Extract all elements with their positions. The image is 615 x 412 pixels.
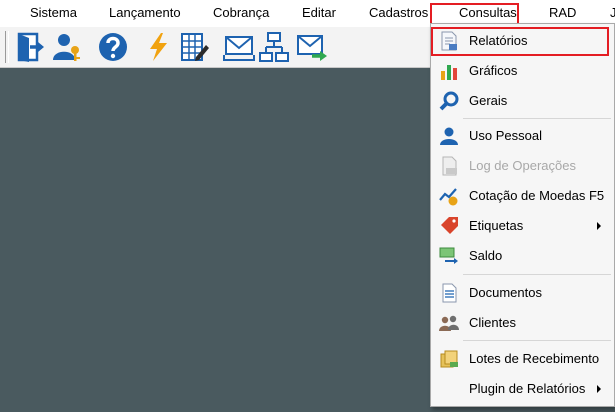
menu-item-label: Cotação de Moedas F5 (469, 188, 605, 203)
envelope-tray-icon (223, 36, 255, 61)
menu-truncated[interactable]: J (610, 5, 615, 21)
menu-item-label: Log de Operações (469, 158, 576, 173)
menu-rad[interactable]: RAD (549, 5, 576, 21)
help-icon (99, 33, 127, 61)
menu-item-label: Uso Pessoal (469, 128, 542, 143)
menu-item-label: Documentos (469, 285, 542, 300)
menu-item-label: Gráficos (469, 63, 518, 78)
menu-separator (463, 118, 611, 119)
toolbar-grip[interactable] (5, 31, 9, 63)
submenu-arrow-icon (597, 222, 601, 230)
menu-item-saldo[interactable]: Saldo (431, 241, 614, 271)
money-transfer-icon (439, 246, 459, 266)
ledger-edit-icon (181, 33, 209, 61)
envelope-send-button[interactable] (294, 29, 330, 65)
label-tag-icon (439, 216, 459, 236)
menu-item-gerais[interactable]: Gerais (431, 86, 614, 116)
help-button[interactable] (95, 29, 131, 65)
menu-item-documentos[interactable]: Documentos (431, 278, 614, 308)
menu-item-etiquetas[interactable]: Etiquetas (431, 211, 614, 241)
submenu-arrow-icon (597, 385, 601, 393)
menu-item-label: Gerais (469, 93, 508, 108)
menu-item-label: Plugin de Relatórios (469, 381, 586, 396)
relatorios-highlight-box (431, 27, 609, 56)
logout-button[interactable] (13, 29, 49, 65)
menu-item-lotes-de-recebimento[interactable]: Lotes de Recebimento (431, 344, 614, 374)
user-key-button[interactable] (49, 29, 85, 65)
menu-lancamento[interactable]: Lançamento (109, 5, 181, 21)
bar-chart-icon (439, 61, 459, 81)
envelope-tray-button[interactable] (221, 29, 257, 65)
menu-item-label: Saldo (469, 248, 503, 263)
menu-item-label: Etiquetas (469, 218, 524, 233)
menu-item-log-de-operacoes: Log de Operações (431, 151, 614, 181)
log-document-icon (439, 156, 459, 176)
menu-item-uso-pessoal[interactable]: Uso Pessoal (431, 121, 614, 151)
magnifier-icon (439, 91, 459, 111)
receipt-batch-icon (439, 349, 459, 369)
consultas-highlight-box (430, 3, 519, 25)
lightning-icon (150, 33, 167, 61)
org-chart-button[interactable] (256, 29, 292, 65)
envelope-send-icon (297, 35, 327, 61)
menu-cadastros[interactable]: Cadastros (369, 5, 428, 21)
consultas-dropdown-menu: Relatórios Gráficos Gerais Uso Pessoal L… (430, 23, 615, 407)
menu-item-clientes[interactable]: Clientes (431, 308, 614, 338)
menu-separator (463, 274, 611, 275)
logout-icon (17, 32, 44, 62)
menu-editar[interactable]: Editar (302, 5, 336, 21)
menu-item-cotacao-de-moedas[interactable]: Cotação de Moedas F5 (431, 181, 614, 211)
menu-separator (463, 340, 611, 341)
menu-cobranca[interactable]: Cobrança (213, 5, 269, 21)
menu-item-label: Clientes (469, 315, 516, 330)
ledger-edit-button[interactable] (176, 29, 212, 65)
currency-chart-icon (439, 186, 459, 206)
user-key-icon (53, 34, 80, 61)
document-icon (439, 283, 459, 303)
menu-item-graficos[interactable]: Gráficos (431, 56, 614, 86)
lightning-button[interactable] (140, 29, 176, 65)
org-chart-icon (259, 32, 289, 62)
menu-sistema[interactable]: Sistema (30, 5, 77, 21)
menu-item-label: Lotes de Recebimento (469, 351, 600, 366)
clients-icon (439, 313, 459, 333)
person-icon (439, 126, 459, 146)
menu-item-plugin-de-relatorios[interactable]: Plugin de Relatórios (431, 374, 614, 404)
